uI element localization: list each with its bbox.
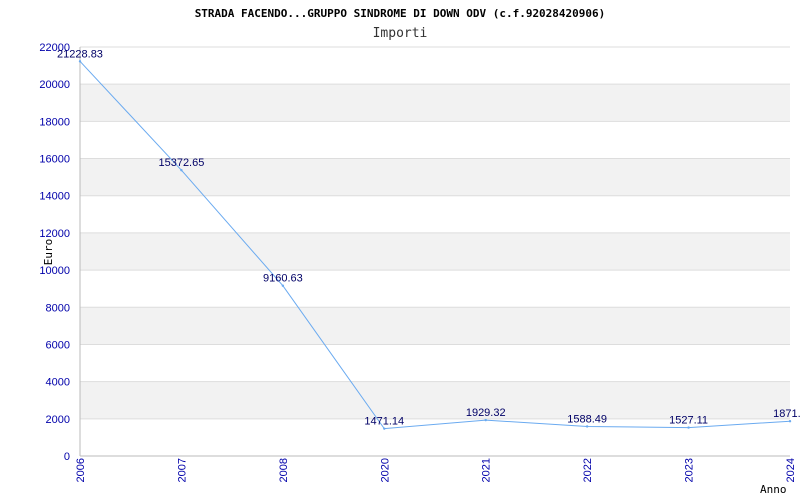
y-tick-label: 6000 bbox=[46, 339, 70, 351]
y-tick-label: 0 bbox=[64, 451, 70, 463]
grid-band bbox=[80, 381, 790, 419]
x-tick-label: 2020 bbox=[379, 458, 391, 482]
data-label: 1527.11 bbox=[669, 415, 708, 427]
data-point bbox=[383, 427, 386, 430]
x-axis-label: Anno bbox=[760, 483, 787, 496]
y-tick-label: 16000 bbox=[39, 154, 70, 166]
x-tick-label: 2008 bbox=[278, 458, 290, 482]
y-tick-label: 4000 bbox=[46, 377, 70, 389]
chart-title: STRADA FACENDO...GRUPPO SINDROME DI DOWN… bbox=[195, 7, 606, 20]
line-chart: STRADA FACENDO...GRUPPO SINDROME DI DOWN… bbox=[39, 7, 800, 496]
grid-band bbox=[80, 307, 790, 345]
data-label: 9160.63 bbox=[263, 273, 303, 285]
data-label: 21228.83 bbox=[57, 48, 103, 60]
data-label: 1929.32 bbox=[466, 407, 506, 419]
x-tick-label: 2021 bbox=[481, 458, 493, 482]
y-tick-label: 12000 bbox=[39, 228, 70, 240]
data-label: 1471.14 bbox=[364, 416, 404, 428]
data-point bbox=[180, 169, 183, 172]
x-tick-labels: 2006 2007 2008 2020 2021 2022 2023 2024 bbox=[75, 458, 797, 482]
y-tick-label: 20000 bbox=[39, 79, 70, 91]
data-point bbox=[78, 60, 82, 63]
y-tick-label: 18000 bbox=[39, 116, 70, 128]
background-bands bbox=[80, 84, 790, 419]
data-point bbox=[484, 418, 487, 422]
y-tick-label: 14000 bbox=[39, 191, 70, 203]
grid-band bbox=[80, 232, 790, 271]
y-axis-label: Euro bbox=[42, 239, 55, 266]
grid-band bbox=[80, 84, 790, 122]
x-tick-label: 2024 bbox=[785, 458, 797, 482]
data-label: 15372.65 bbox=[158, 157, 204, 169]
data-point bbox=[687, 426, 690, 429]
data-label: 1588.49 bbox=[567, 413, 607, 425]
x-tick-label: 2007 bbox=[176, 458, 188, 482]
x-tick-label: 2023 bbox=[684, 458, 696, 482]
data-point bbox=[281, 284, 285, 287]
chart-subtitle: Importi bbox=[373, 26, 428, 41]
y-tick-label: 2000 bbox=[46, 414, 70, 426]
x-tick-label: 2006 bbox=[75, 458, 87, 482]
x-tick-label: 2022 bbox=[582, 458, 594, 482]
data-point bbox=[585, 425, 589, 428]
y-tick-label: 10000 bbox=[39, 265, 70, 277]
data-point bbox=[788, 420, 792, 423]
y-tick-label: 8000 bbox=[46, 302, 70, 314]
data-label: 1871.8 bbox=[773, 408, 800, 420]
